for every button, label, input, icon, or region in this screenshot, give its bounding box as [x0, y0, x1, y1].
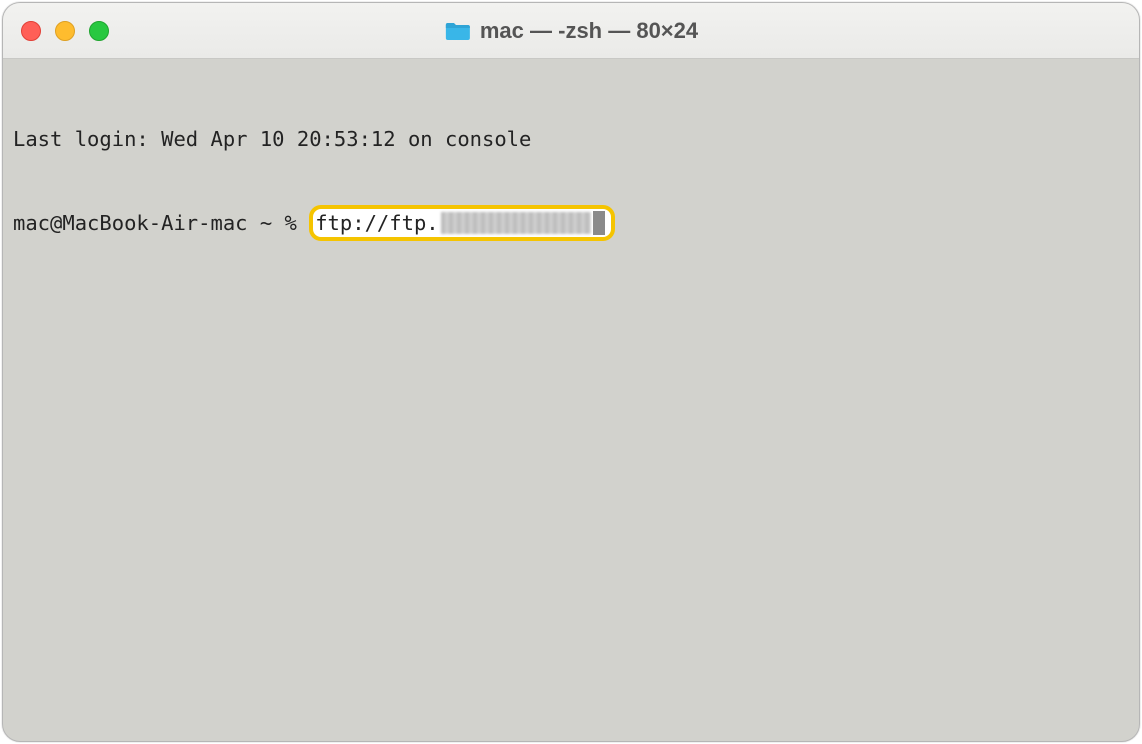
last-login-text: Last login: Wed Apr 10 20:53:12 on conso…	[13, 125, 531, 153]
zoom-button[interactable]	[89, 21, 109, 41]
command-redacted	[441, 212, 591, 234]
terminal-body[interactable]: Last login: Wed Apr 10 20:53:12 on conso…	[3, 59, 1139, 741]
folder-icon	[444, 19, 472, 43]
shell-prompt: mac@MacBook-Air-mac ~ %	[13, 209, 309, 237]
command-visible-text: ftp://ftp.	[315, 209, 438, 237]
minimize-button[interactable]	[55, 21, 75, 41]
prompt-line: mac@MacBook-Air-mac ~ % ftp://ftp.	[13, 209, 1129, 241]
titlebar: mac — -zsh — 80×24	[3, 3, 1139, 59]
window-title-text: mac — -zsh — 80×24	[480, 18, 698, 44]
text-cursor	[593, 211, 605, 235]
last-login-line: Last login: Wed Apr 10 20:53:12 on conso…	[13, 125, 1129, 153]
terminal-window: mac — -zsh — 80×24 Last login: Wed Apr 1…	[2, 2, 1140, 742]
command-highlight: ftp://ftp.	[309, 205, 614, 241]
close-button[interactable]	[21, 21, 41, 41]
window-title: mac — -zsh — 80×24	[444, 18, 698, 44]
traffic-lights	[21, 21, 109, 41]
